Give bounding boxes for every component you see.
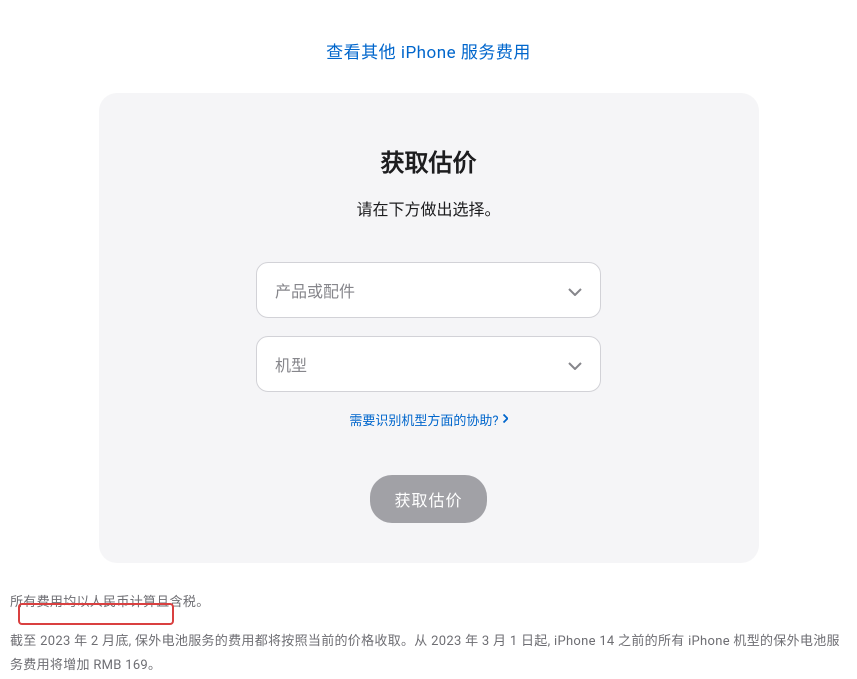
help-link-label: 需要识别机型方面的协助? (349, 410, 498, 429)
chevron-down-icon (568, 355, 582, 374)
card-title: 获取估价 (139, 143, 719, 178)
get-estimate-button[interactable]: 获取估价 (370, 475, 486, 523)
estimate-card: 获取估价 请在下方做出选择。 产品或配件 机型 需要识别机型方面的协助? 获取估… (99, 93, 759, 563)
card-subtitle: 请在下方做出选择。 (139, 196, 719, 220)
chevron-right-icon (503, 412, 508, 427)
chevron-down-icon (568, 281, 582, 300)
identify-model-help-link[interactable]: 需要识别机型方面的协助? (349, 410, 507, 429)
product-select-placeholder: 产品或配件 (275, 278, 355, 302)
other-iphone-service-fees-link[interactable]: 查看其他 iPhone 服务费用 (326, 43, 531, 63)
model-select[interactable]: 机型 (256, 336, 601, 392)
product-select[interactable]: 产品或配件 (256, 262, 601, 318)
footnote-tax: 所有费用均以人民币计算且含税。 (10, 591, 847, 616)
model-select-placeholder: 机型 (275, 352, 307, 376)
footnote-price-change: 截至 2023 年 2 月底, 保外电池服务的费用都将按照当前的价格收取。从 2… (10, 630, 847, 679)
footnotes: 所有费用均以人民币计算且含税。 截至 2023 年 2 月底, 保外电池服务的费… (0, 591, 857, 679)
